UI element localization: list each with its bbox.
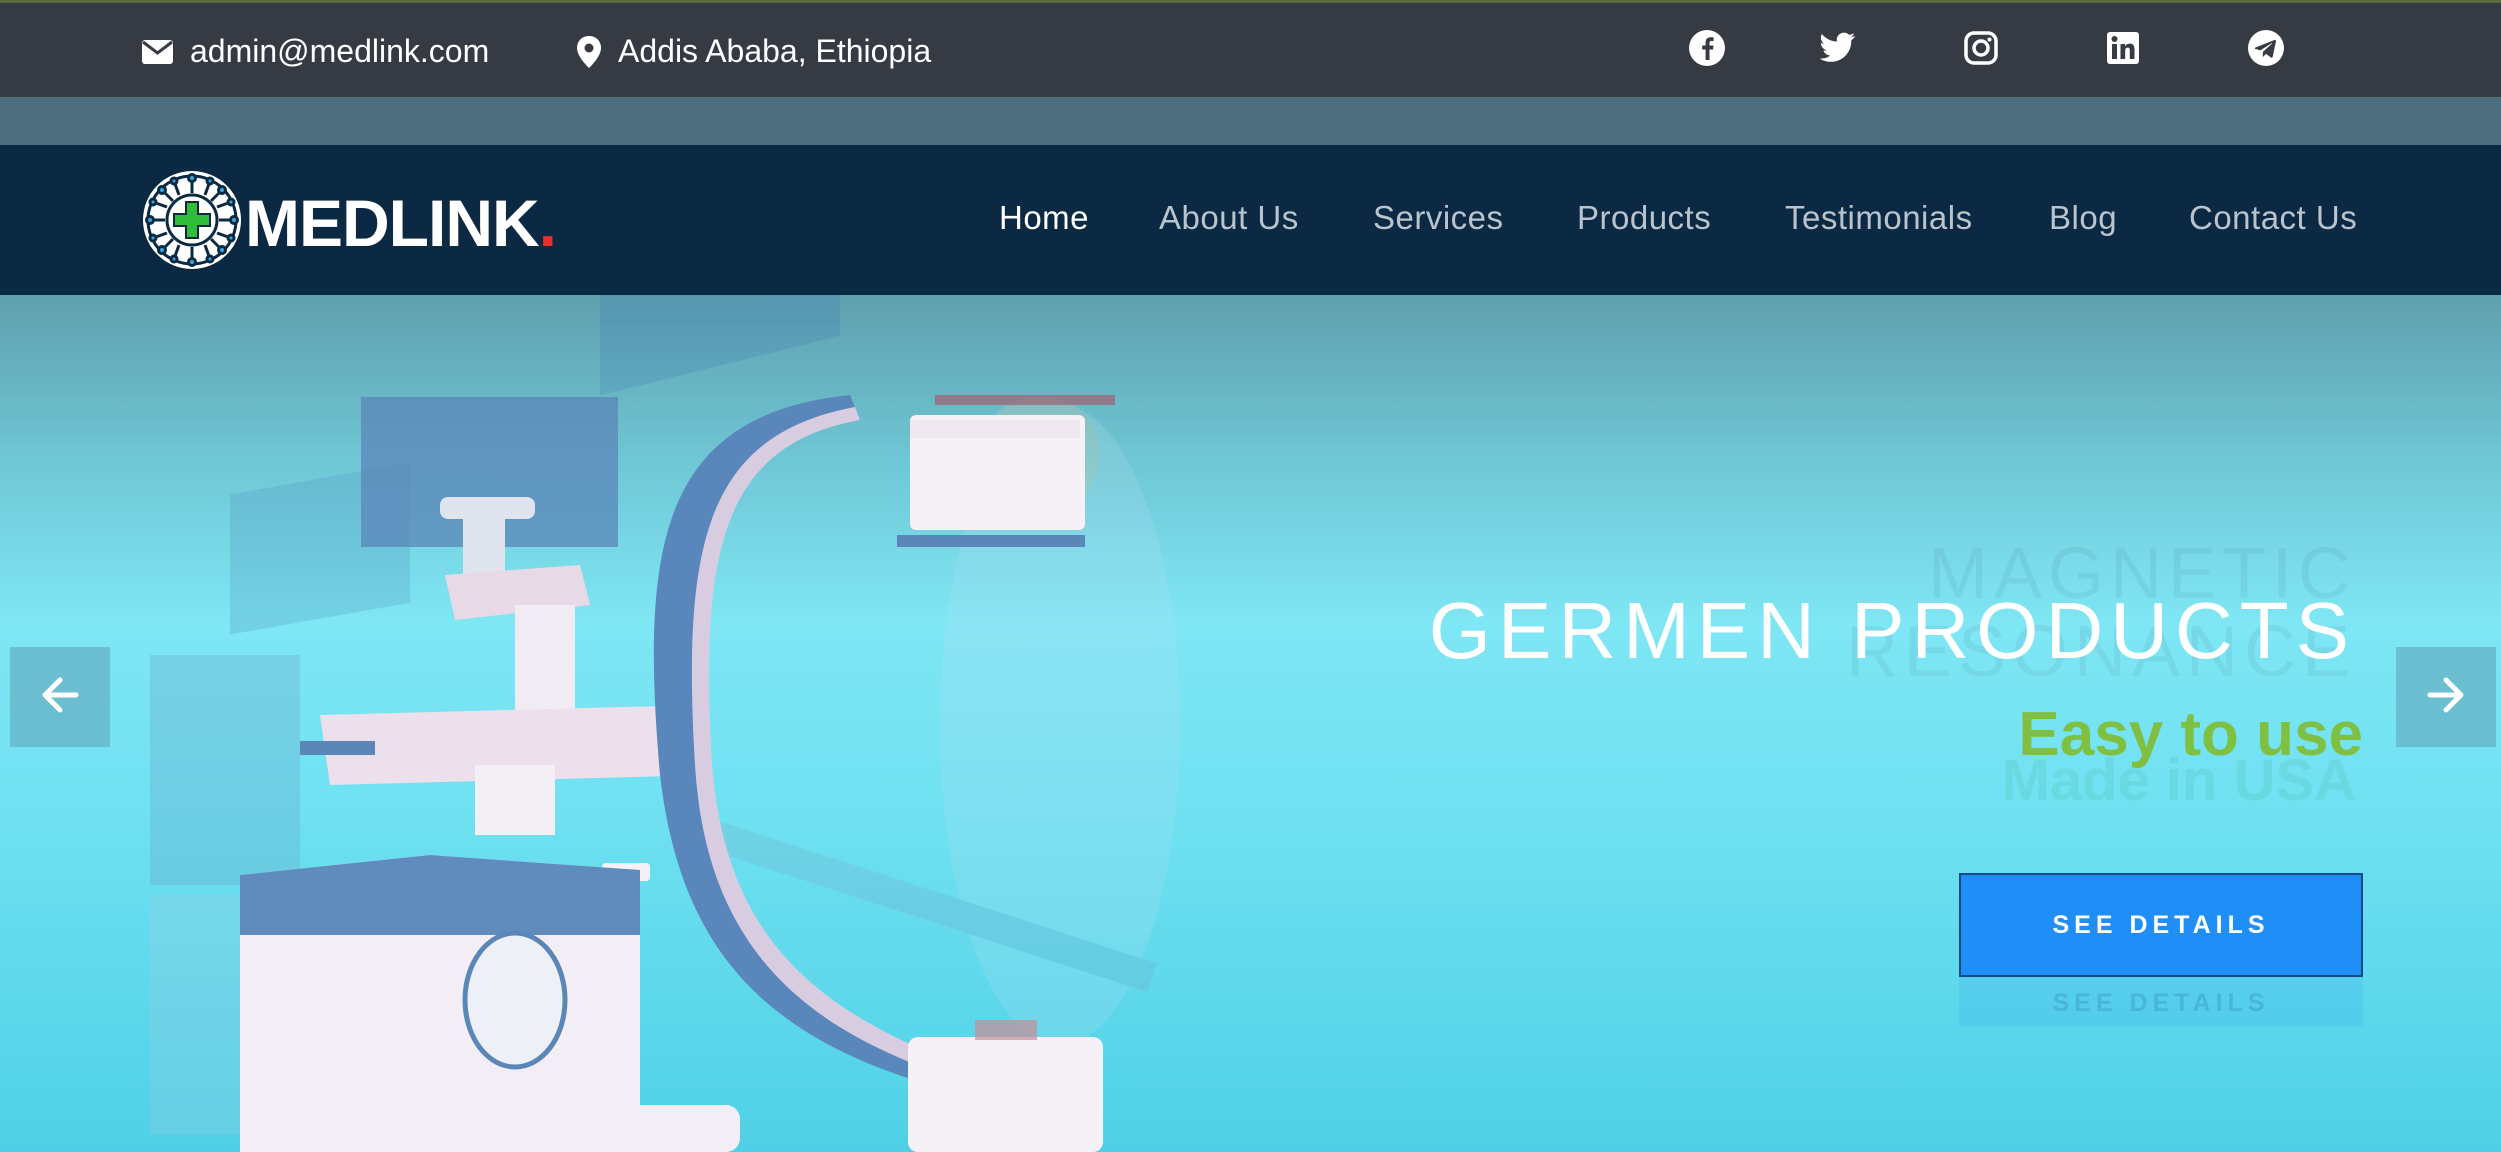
location-contact: Addis Ababa, Ethiopia [576, 3, 931, 100]
hero-title: GERMEN PRODUCTS [1428, 586, 2356, 675]
arrow-right-icon [2426, 677, 2466, 718]
top-contact-bar: admin@medlink.com Addis Ababa, Ethiopia [0, 0, 2501, 97]
arrow-left-icon [40, 677, 80, 718]
twitter-icon[interactable] [1816, 27, 1858, 69]
facebook-icon[interactable] [1686, 27, 1728, 69]
nav-products[interactable]: Products [1577, 199, 1711, 237]
brand-name: MEDLINK. [245, 185, 557, 260]
medlink-logo-icon [141, 169, 243, 276]
email-text: admin@medlink.com [190, 33, 490, 69]
see-details-reflection: SEE DETAILS [1959, 977, 2363, 1027]
medical-equipment-illustration [150, 295, 1180, 1152]
linkedin-icon[interactable] [2102, 27, 2144, 69]
nav-testimonials[interactable]: Testimonials [1785, 199, 1973, 237]
hero-subtitle: Easy to use [2018, 700, 2363, 769]
email-contact[interactable]: admin@medlink.com [141, 3, 489, 100]
hero-slider: MAGNETIC RESONANCE Made in USA GERMEN PR… [0, 295, 2501, 1152]
brand-logo[interactable]: MEDLINK. [141, 169, 557, 276]
nav-about-us[interactable]: About Us [1159, 199, 1299, 237]
nav-services[interactable]: Services [1373, 199, 1504, 237]
main-navbar: MEDLINK. Home About Us Services Products… [0, 145, 2501, 295]
header-divider-strip [0, 97, 2501, 145]
telegram-icon[interactable] [2245, 27, 2287, 69]
nav-contact-us[interactable]: Contact Us [2189, 199, 2357, 237]
see-details-button[interactable]: SEE DETAILS [1959, 873, 2363, 977]
nav-blog[interactable]: Blog [2049, 199, 2117, 237]
nav-home[interactable]: Home [999, 199, 1089, 237]
slider-prev-button[interactable] [10, 647, 110, 747]
map-pin-icon [576, 35, 602, 69]
slider-next-button[interactable] [2396, 647, 2496, 747]
location-text: Addis Ababa, Ethiopia [618, 33, 932, 69]
envelope-icon [141, 39, 174, 65]
instagram-icon[interactable] [1960, 27, 2002, 69]
